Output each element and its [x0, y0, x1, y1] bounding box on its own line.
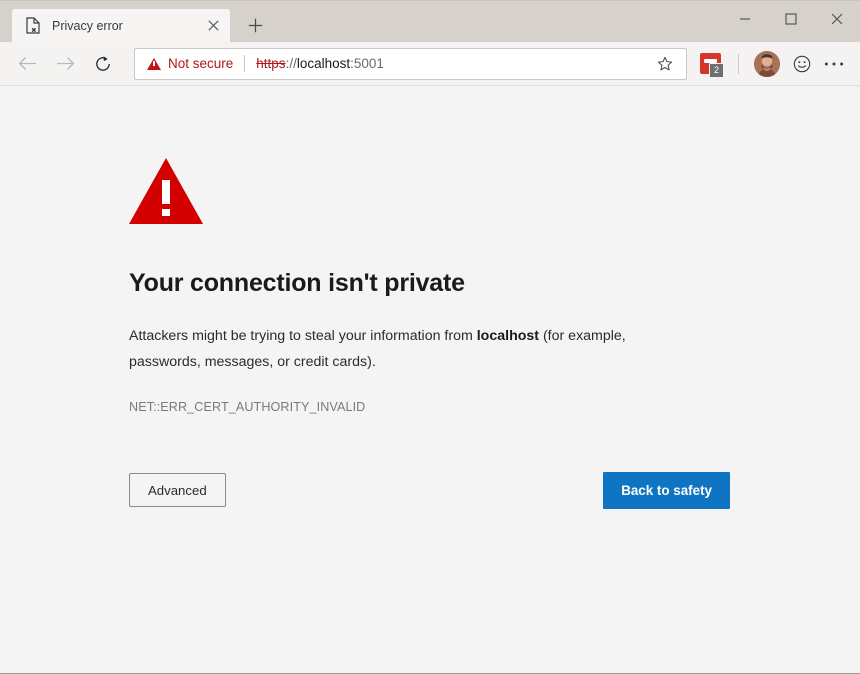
- browser-toolbar: Not secure https://localhost:5001 2: [0, 42, 860, 86]
- page-title: Your connection isn't private: [129, 269, 465, 297]
- interstitial-actions: Advanced Back to safety: [129, 471, 730, 509]
- avatar[interactable]: [754, 50, 780, 77]
- url-host: localhost: [296, 56, 351, 71]
- refresh-icon[interactable]: [86, 47, 120, 81]
- ssl-interstitial: Your connection isn't private Attackers …: [129, 158, 730, 509]
- browser-window: Privacy error Not secure https://localho…: [0, 0, 860, 674]
- more-horizontal-icon[interactable]: [818, 48, 850, 80]
- star-icon[interactable]: [652, 51, 678, 77]
- close-tab-icon[interactable]: [202, 15, 224, 37]
- url-text[interactable]: https://localhost:5001: [256, 56, 652, 71]
- maximize-icon[interactable]: [768, 1, 814, 37]
- address-bar[interactable]: Not secure https://localhost:5001: [134, 47, 687, 80]
- smiley-face-icon[interactable]: [786, 48, 818, 80]
- window-controls: [722, 1, 860, 37]
- toolbar-divider: [738, 53, 739, 74]
- extension-badge-count: 2: [709, 62, 724, 78]
- back-to-safety-button[interactable]: Back to safety: [603, 471, 730, 509]
- broken-page-icon: [24, 17, 42, 35]
- warning-description: Attackers might be trying to steal your …: [129, 324, 701, 376]
- page-content: Your connection isn't private Attackers …: [0, 86, 860, 673]
- browser-tab-privacy-error[interactable]: Privacy error: [12, 9, 230, 42]
- warning-description-prefix: Attackers might be trying to steal your …: [129, 328, 477, 344]
- toolbar-actions: 2: [693, 47, 850, 81]
- security-status-label: Not secure: [168, 56, 234, 71]
- warning-triangle-icon: [147, 57, 161, 70]
- url-separator: ://: [285, 56, 297, 71]
- forward-arrow-icon[interactable]: [48, 47, 82, 81]
- url-port: :5001: [350, 56, 384, 71]
- error-code: NET::ERR_CERT_AUTHORITY_INVALID: [129, 399, 366, 414]
- back-arrow-icon[interactable]: [10, 47, 44, 81]
- close-icon[interactable]: [814, 1, 860, 37]
- tab-strip: Privacy error: [0, 0, 860, 42]
- minimize-icon[interactable]: [722, 1, 768, 37]
- new-tab-icon[interactable]: [238, 9, 272, 42]
- warning-triangle-icon: [129, 158, 203, 224]
- collections-extension-icon[interactable]: 2: [693, 47, 727, 81]
- tab-title: Privacy error: [52, 18, 123, 33]
- url-scheme: https: [256, 56, 286, 71]
- omnibox-divider: [244, 55, 246, 72]
- advanced-button[interactable]: Advanced: [129, 473, 226, 508]
- warning-description-host: localhost: [476, 328, 540, 344]
- security-status[interactable]: Not secure: [147, 56, 233, 71]
